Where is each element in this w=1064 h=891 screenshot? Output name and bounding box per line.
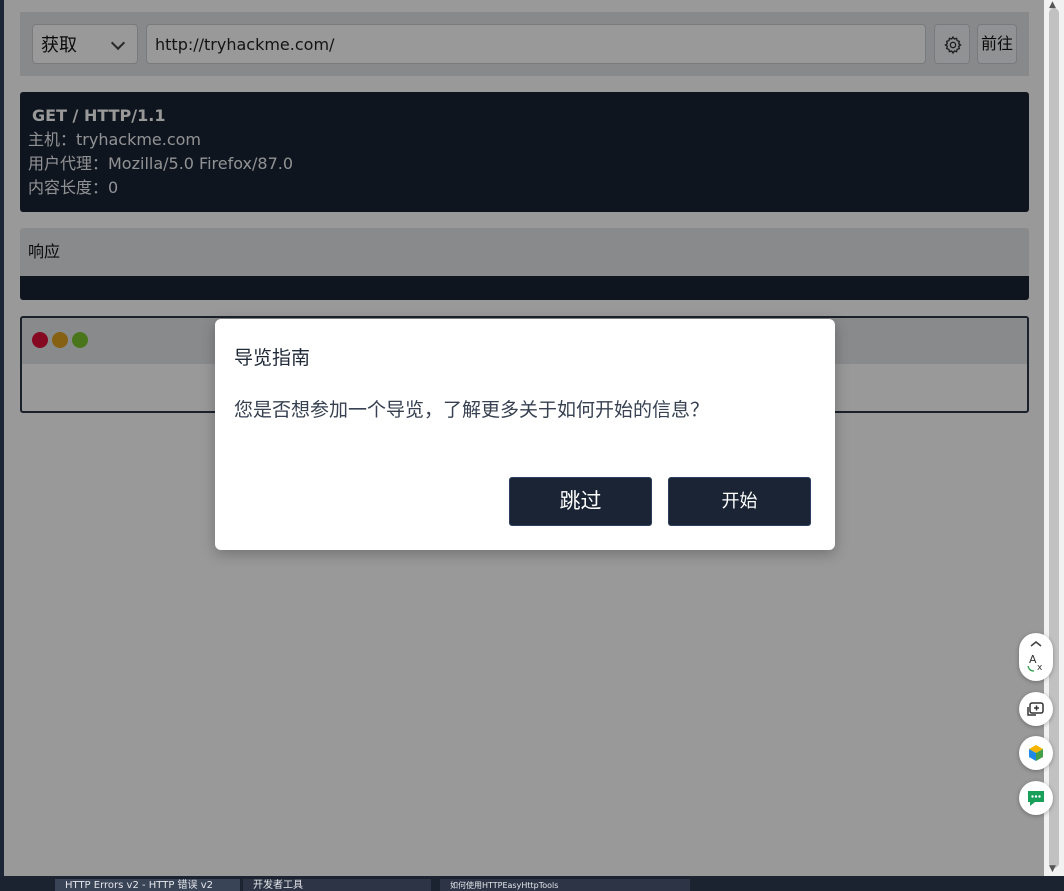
scroll-up-icon[interactable]: ▲ — [1049, 0, 1056, 10]
chat-button[interactable] — [1019, 781, 1053, 815]
taskbar: HTTP Errors v2 - HTTP 错误 v2 开发者工具 如何使用HT… — [0, 876, 1064, 891]
dialog-title: 导览指南 — [234, 347, 311, 369]
screenshot-icon — [1027, 702, 1044, 716]
chat-icon — [1028, 791, 1044, 806]
svg-text:x: x — [1037, 663, 1043, 673]
taskbar-item[interactable]: 开发者工具 — [243, 879, 431, 891]
cube-icon — [1029, 745, 1043, 761]
svg-text:A: A — [1029, 653, 1037, 666]
scrollbar-thumb[interactable] — [1049, 8, 1059, 868]
screenshot-button[interactable] — [1019, 692, 1053, 726]
start-tour-button[interactable]: 开始 — [668, 477, 811, 526]
taskbar-item[interactable]: 如何使用HTTPEasyHttpTools — [440, 879, 690, 891]
skip-button[interactable]: 跳过 — [509, 477, 652, 526]
scroll-down-icon[interactable]: ▼ — [1049, 864, 1056, 874]
translate-icon: A x — [1027, 640, 1043, 673]
cube-button[interactable] — [1019, 736, 1053, 770]
tour-dialog: 导览指南 您是否想参加一个导览，了解更多关于如何开始的信息？ 跳过 开始 — [215, 319, 835, 550]
dialog-message: 您是否想参加一个导览，了解更多关于如何开始的信息？ — [234, 399, 710, 421]
translate-button[interactable]: A x — [1019, 633, 1053, 681]
taskbar-item[interactable]: HTTP Errors v2 - HTTP 错误 v2 — [55, 879, 240, 891]
